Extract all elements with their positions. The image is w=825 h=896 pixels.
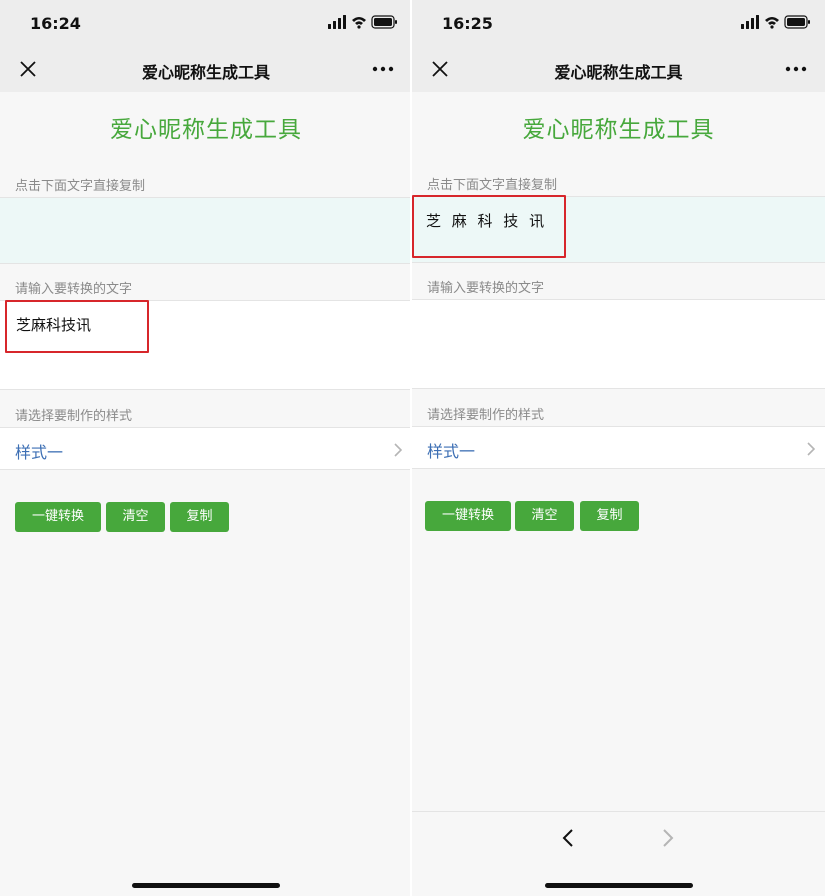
left-screen: 16:24 爱心昵称生成工具 爱心昵称生成工具 点击下面文字直接复制 请输入要转… (0, 0, 412, 896)
style-label: 请选择要制作的样式 (15, 409, 133, 424)
signal-wifi-battery-icon (741, 15, 810, 29)
status-bar: 16:24 (0, 0, 412, 46)
text-input[interactable] (412, 299, 825, 389)
input-highlight-box (5, 300, 149, 353)
home-indicator[interactable] (544, 883, 693, 888)
output-highlight-box (412, 195, 566, 258)
clear-button[interactable]: 清空 (515, 501, 574, 531)
page-heading: 爱心昵称生成工具 (522, 117, 715, 143)
style-select-value: 样式一 (15, 443, 64, 462)
status-time: 16:24 (30, 14, 81, 33)
more-icon[interactable] (785, 66, 807, 72)
style-label: 请选择要制作的样式 (427, 408, 545, 423)
copy-button[interactable]: 复制 (170, 502, 229, 532)
right-screen: 16:25 爱心昵称生成工具 爱心昵称生成工具 点击下面文字直接复制 芝 麻 科… (412, 0, 825, 896)
home-indicator[interactable] (132, 883, 280, 888)
chevron-right-icon[interactable] (662, 828, 674, 848)
input-label: 请输入要转换的文字 (427, 281, 545, 296)
style-select[interactable]: 样式一 (412, 426, 825, 469)
output-copy-area[interactable] (0, 197, 412, 264)
status-icons (328, 15, 398, 31)
nav-title: 爱心昵称生成工具 (554, 63, 683, 82)
convert-button[interactable]: 一键转换 (15, 502, 101, 532)
chevron-right-icon (394, 443, 402, 457)
style-select[interactable]: 样式一 (0, 427, 412, 470)
browser-toolbar (412, 811, 825, 863)
nav-title: 爱心昵称生成工具 (141, 63, 270, 82)
input-label: 请输入要转换的文字 (15, 282, 133, 297)
page-heading: 爱心昵称生成工具 (110, 117, 302, 143)
signal-wifi-battery-icon (328, 15, 397, 29)
status-time: 16:25 (442, 14, 493, 33)
copy-button[interactable]: 复制 (580, 501, 639, 531)
convert-button[interactable]: 一键转换 (425, 501, 511, 531)
chevron-right-icon (807, 442, 815, 456)
more-icon[interactable] (372, 66, 394, 72)
nav-bar: 爱心昵称生成工具 (0, 46, 412, 92)
chevron-left-icon[interactable] (562, 828, 574, 848)
nav-bar: 爱心昵称生成工具 (412, 46, 825, 92)
status-bar: 16:25 (412, 0, 825, 46)
output-label: 点击下面文字直接复制 (427, 178, 558, 193)
status-icons (741, 15, 811, 31)
output-label: 点击下面文字直接复制 (15, 179, 146, 194)
comparison-stage: 16:24 爱心昵称生成工具 爱心昵称生成工具 点击下面文字直接复制 请输入要转… (0, 0, 825, 896)
clear-button[interactable]: 清空 (106, 502, 165, 532)
style-select-value: 样式一 (427, 442, 476, 461)
